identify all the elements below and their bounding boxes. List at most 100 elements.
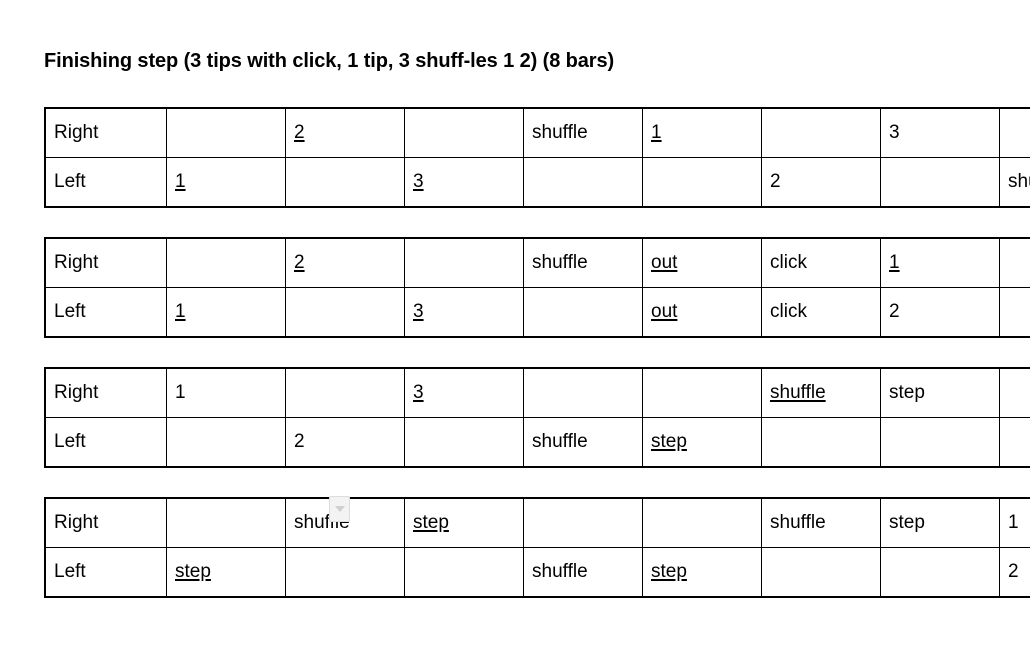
bar-cell-text: 1 [175, 171, 186, 192]
bar-cell[interactable] [761, 547, 881, 598]
bar-cell[interactable] [285, 547, 405, 598]
bar-cell[interactable] [404, 237, 524, 288]
bar-cell[interactable]: 3 [404, 367, 524, 418]
bar-cell[interactable]: 1 [880, 237, 1000, 288]
table-row: Left 2 shuffle step [44, 417, 1030, 468]
bar-cell-text: click [770, 252, 807, 273]
bar-cell[interactable] [999, 417, 1030, 468]
table-row: Right 2 shuffle out click 1 [44, 237, 1030, 288]
bar-cell[interactable] [523, 497, 643, 548]
bar-cell[interactable] [285, 287, 405, 338]
bar-cell[interactable]: 3 [880, 107, 1000, 158]
bar-cell[interactable]: click [761, 237, 881, 288]
bar-cell[interactable]: 1 [642, 107, 762, 158]
hand-label-cell: Left [44, 287, 167, 338]
bar-cell[interactable] [880, 417, 1000, 468]
bar-cell[interactable]: 1 [166, 367, 286, 418]
bar-cell[interactable] [285, 157, 405, 208]
bar-cell-text: shuffle [770, 512, 826, 533]
bar-cell-text: out [651, 301, 678, 322]
bar-cell[interactable]: step [880, 367, 1000, 418]
bar-cell[interactable]: step [642, 417, 762, 468]
bar-cell[interactable]: 2 [285, 237, 405, 288]
bar-cell[interactable]: 2 [999, 547, 1030, 598]
bar-cell[interactable]: 1 [999, 497, 1030, 548]
bar-cell-text: step [413, 512, 449, 533]
bar-cell[interactable] [642, 157, 762, 208]
table-row: Left 1 3 out click 2 [44, 287, 1030, 338]
bar-cell[interactable] [166, 237, 286, 288]
hand-label-cell: Right [44, 237, 167, 288]
bar-cell[interactable]: 1 [166, 157, 286, 208]
bar-cell[interactable]: shuffle [761, 367, 881, 418]
bar-cell-text: 2 [294, 431, 305, 452]
bar-cell[interactable] [999, 287, 1030, 338]
bar-cell-text: shuffle [1008, 171, 1030, 192]
hand-label-cell: Left [44, 157, 167, 208]
bar-cell[interactable]: step [404, 497, 524, 548]
hand-label-cell: Right [44, 367, 167, 418]
bar-cell[interactable] [761, 417, 881, 468]
bar-cell[interactable] [523, 157, 643, 208]
table-row: Right shuffle step shuffle step 1 [44, 497, 1030, 548]
bar-cell[interactable]: 3 [404, 157, 524, 208]
bar-cell[interactable] [999, 367, 1030, 418]
bar-cell-text: 2 [770, 171, 781, 192]
bar-cell[interactable] [166, 107, 286, 158]
bar-cell[interactable]: 2 [880, 287, 1000, 338]
bar-cell-text: 3 [413, 301, 424, 322]
bar-cell[interactable] [999, 237, 1030, 288]
bar-cell[interactable]: shuffle [523, 417, 643, 468]
bar-cell-text: 3 [413, 382, 424, 403]
bar-cell[interactable]: 2 [285, 417, 405, 468]
bar-cell[interactable] [523, 367, 643, 418]
bar-cell[interactable]: step [166, 547, 286, 598]
bar-cell[interactable] [166, 417, 286, 468]
bar-cell-text: shuffle [532, 122, 588, 143]
bar-cell[interactable]: 2 [761, 157, 881, 208]
bar-cell[interactable]: out [642, 237, 762, 288]
table-row: Right 1 3 shuffle step [44, 367, 1030, 418]
bar-cell[interactable] [999, 107, 1030, 158]
bar-cell-text: shuffle [532, 431, 588, 452]
bar-cell[interactable] [166, 497, 286, 548]
bar-cell-text: shuffle [770, 382, 826, 403]
bar-cell[interactable]: shuffle [523, 237, 643, 288]
bar-cell[interactable] [404, 417, 524, 468]
bar-cell[interactable]: 1 [166, 287, 286, 338]
bars-table-1: Right 2 shuffle 1 3 Left 1 3 2 shuffle [44, 107, 1030, 208]
bar-cell[interactable]: shuffle [523, 547, 643, 598]
bar-cell-text: step [175, 561, 211, 582]
bar-cell-text: step [889, 382, 925, 403]
bar-cell-text: 1 [175, 301, 186, 322]
bar-cell-text: shuffle [532, 561, 588, 582]
bar-cell-text: step [651, 431, 687, 452]
bar-cell[interactable]: out [642, 287, 762, 338]
bar-cell-text: click [770, 301, 807, 322]
bar-cell[interactable]: step [880, 497, 1000, 548]
dropdown-button[interactable] [329, 496, 350, 522]
bar-cell[interactable] [404, 107, 524, 158]
bar-cell[interactable]: shuffle [999, 157, 1030, 208]
bar-cell[interactable] [761, 107, 881, 158]
bar-cell-text: 2 [1008, 561, 1019, 582]
bar-cell[interactable] [642, 367, 762, 418]
bar-cell-text: step [889, 512, 925, 533]
bar-cell[interactable] [404, 547, 524, 598]
bar-cell-text: 3 [413, 171, 424, 192]
bar-cell[interactable]: shuffle [523, 107, 643, 158]
bar-cell[interactable] [880, 547, 1000, 598]
bar-cell[interactable]: 3 [404, 287, 524, 338]
bar-cell[interactable]: 2 [285, 107, 405, 158]
bar-cell-text: out [651, 252, 678, 273]
table-row: Right 2 shuffle 1 3 [44, 107, 1030, 158]
bar-cell[interactable] [523, 287, 643, 338]
bar-cell[interactable]: shuffle [761, 497, 881, 548]
bar-cell[interactable]: step [642, 547, 762, 598]
bar-cell[interactable] [880, 157, 1000, 208]
bar-cell[interactable]: click [761, 287, 881, 338]
bar-cell-text: 3 [889, 122, 900, 143]
bar-cell[interactable] [642, 497, 762, 548]
bars-table-4: Right shuffle step shuffle step 1 Left step shuf… [44, 497, 1030, 598]
bar-cell[interactable] [285, 367, 405, 418]
